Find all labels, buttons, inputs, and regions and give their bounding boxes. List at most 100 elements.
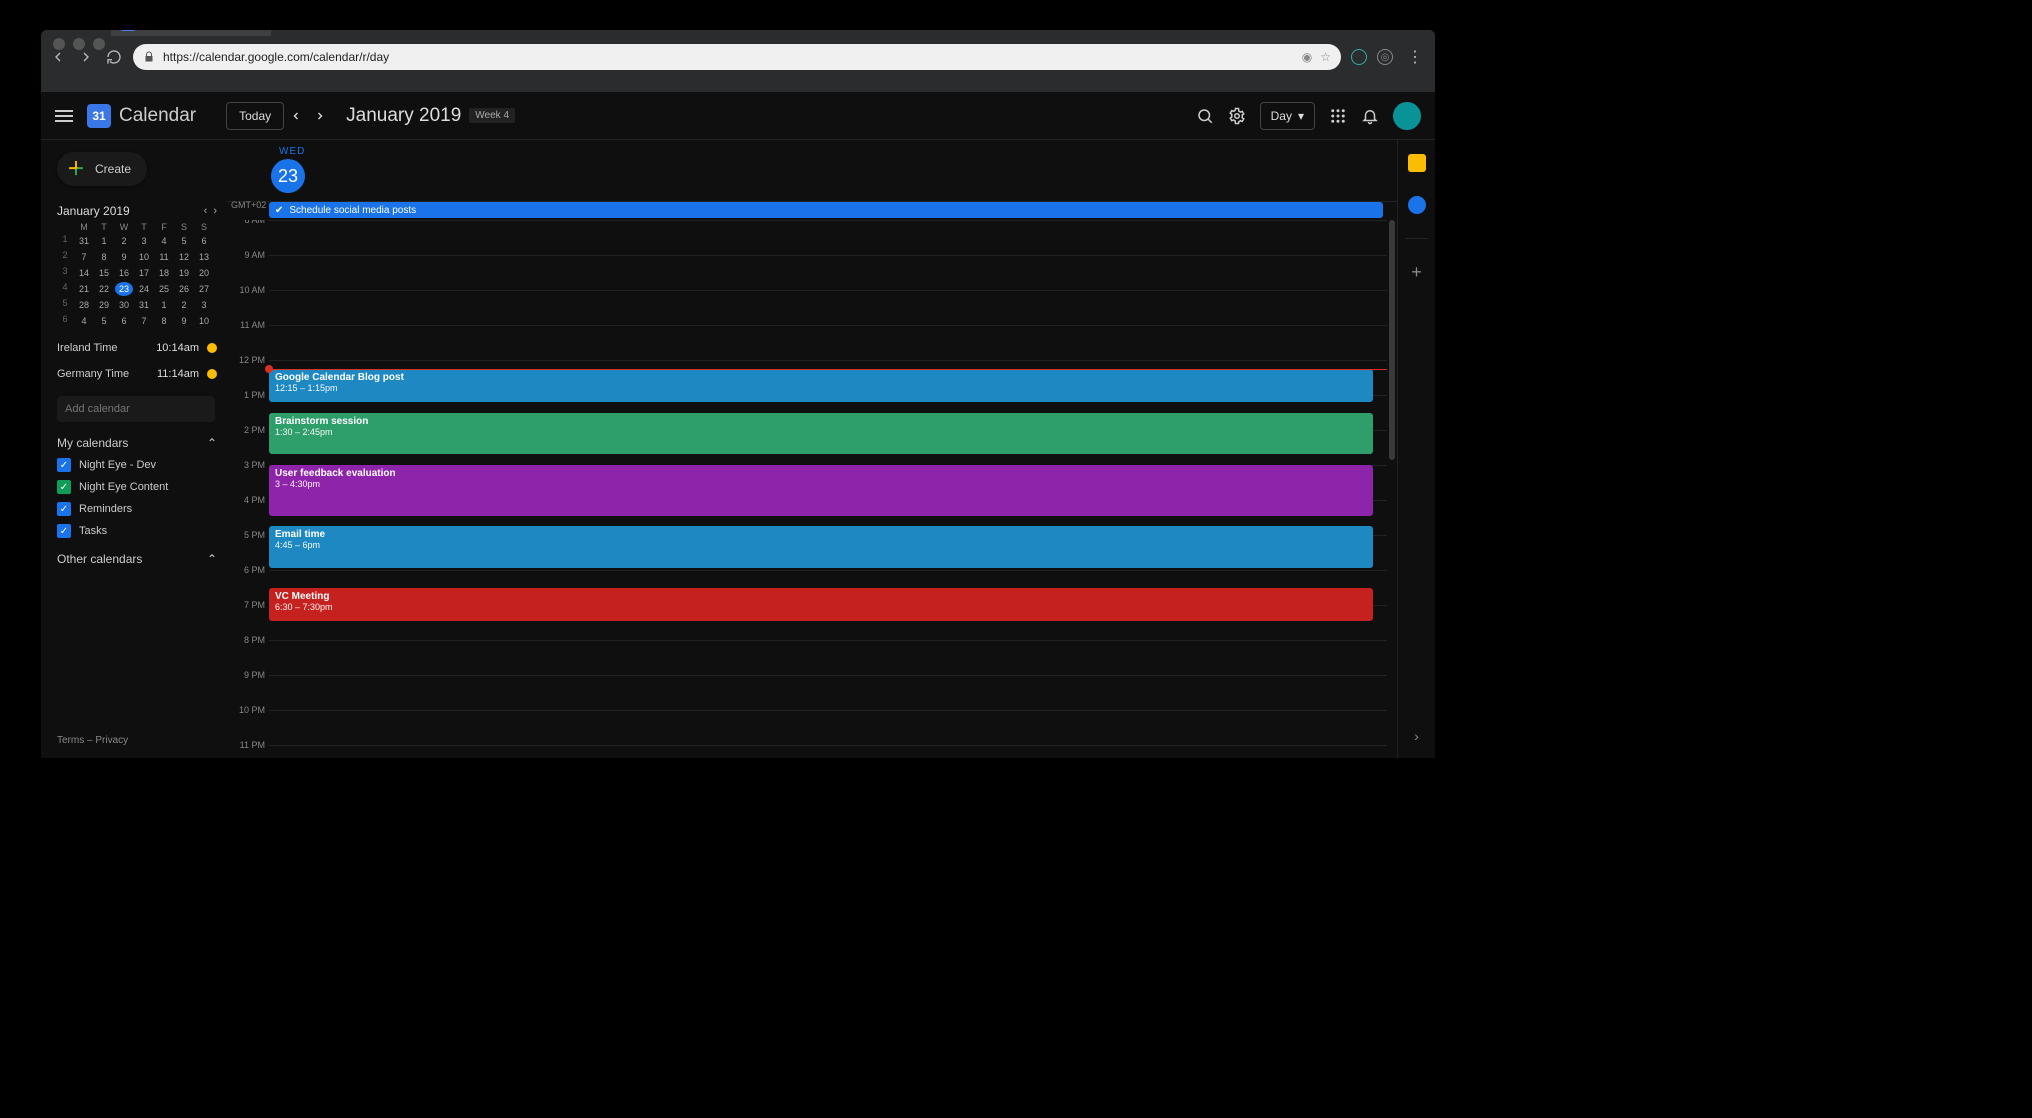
calendar-checkbox[interactable]: ✓ [57,458,71,472]
event-title: User feedback evaluation [275,468,1367,479]
mini-day[interactable]: 8 [155,314,173,328]
mini-day[interactable]: 2 [175,298,193,312]
mini-day[interactable]: 1 [95,234,113,248]
calendar-item[interactable]: ✓ Tasks [57,524,217,538]
mini-day[interactable]: 14 [75,266,93,280]
mini-calendar[interactable]: MTWTFSS131123456278910111213314151617181… [57,222,217,328]
terms-link[interactable]: Terms [57,735,84,746]
mini-day[interactable]: 7 [75,250,93,264]
mini-day[interactable]: 2 [115,234,133,248]
mini-day[interactable]: 27 [195,282,213,296]
mini-day[interactable]: 21 [75,282,93,296]
calendar-item[interactable]: ✓ Reminders [57,502,217,516]
calendar-checkbox[interactable]: ✓ [57,502,71,516]
mini-day[interactable]: 3 [135,234,153,248]
mini-day[interactable]: 3 [195,298,213,312]
calendar-event[interactable]: VC Meeting 6:30 – 7:30pm [269,588,1373,621]
mini-day[interactable]: 4 [75,314,93,328]
mini-day[interactable]: 23 [115,282,133,296]
account-avatar[interactable] [1393,102,1421,130]
create-button[interactable]: ＋ Create [57,152,147,186]
mini-dow: S [195,222,213,232]
mini-day[interactable]: 29 [95,298,113,312]
mini-day[interactable]: 24 [135,282,153,296]
calendar-item[interactable]: ✓ Night Eye Content [57,480,217,494]
view-selector[interactable]: Day ▾ [1260,102,1315,130]
search-icon[interactable] [1196,107,1214,125]
address-bar[interactable]: https://calendar.google.com/calendar/r/d… [133,44,1341,70]
mini-day[interactable]: 28 [75,298,93,312]
calendar-checkbox[interactable]: ✓ [57,524,71,538]
mini-day[interactable]: 10 [135,250,153,264]
scrollbar[interactable] [1389,220,1395,740]
browser-menu-icon[interactable]: ⋮ [1403,47,1427,67]
mini-day[interactable]: 20 [195,266,213,280]
mini-day[interactable]: 30 [115,298,133,312]
scrollbar-thumb[interactable] [1389,220,1395,460]
mini-day[interactable]: 13 [195,250,213,264]
mini-day[interactable]: 15 [95,266,113,280]
day-indicator-icon [207,343,217,353]
extension-icon-1[interactable] [1351,49,1367,65]
mini-day[interactable]: 18 [155,266,173,280]
mini-day[interactable]: 8 [95,250,113,264]
day-number[interactable]: 23 [271,159,305,193]
mini-day[interactable]: 16 [115,266,133,280]
calendar-event[interactable]: Email time 4:45 – 6pm [269,526,1373,568]
allday-event[interactable]: ✔ Schedule social media posts [269,202,1383,218]
mini-day[interactable]: 12 [175,250,193,264]
back-button[interactable] [49,48,67,66]
mini-day[interactable]: 31 [75,234,93,248]
other-calendars-header[interactable]: Other calendars ⌃ [57,552,217,566]
add-calendar-input[interactable] [57,396,215,422]
keep-icon[interactable] [1408,154,1426,172]
star-icon[interactable]: ☆ [1320,50,1331,64]
calendar-event[interactable]: Google Calendar Blog post 12:15 – 1:15pm [269,369,1373,402]
mini-day[interactable]: 5 [95,314,113,328]
browser-tab[interactable]: 23 Google Calendar - Wednesday × [111,30,271,36]
mini-day[interactable]: 5 [175,234,193,248]
forward-button[interactable] [77,48,95,66]
mini-cal-prev[interactable]: ‹ [204,205,208,217]
mini-day[interactable]: 9 [175,314,193,328]
mini-day[interactable]: 19 [175,266,193,280]
mini-day[interactable]: 10 [195,314,213,328]
mini-day[interactable]: 22 [95,282,113,296]
new-tab-button[interactable]: + [281,30,290,34]
prev-period-button[interactable] [284,104,308,128]
main-menu-icon[interactable] [55,110,73,122]
today-button[interactable]: Today [226,102,284,130]
time-grid[interactable]: 8 AM9 AM10 AM11 AM12 PM1 PM2 PM3 PM4 PM5… [227,220,1387,758]
calendar-event[interactable]: Brainstorm session 1:30 – 2:45pm [269,413,1373,455]
mini-day[interactable]: 7 [135,314,153,328]
mini-day[interactable]: 25 [155,282,173,296]
mini-day[interactable]: 4 [155,234,173,248]
apps-icon[interactable] [1329,107,1347,125]
mini-day[interactable]: 9 [115,250,133,264]
reload-button[interactable] [105,48,123,66]
extension-icon-2[interactable]: ◎ [1377,49,1393,65]
hour-label: 1 PM [244,390,265,400]
mini-day[interactable]: 11 [155,250,173,264]
calendar-event[interactable]: User feedback evaluation 3 – 4:30pm [269,465,1373,516]
mini-cal-next[interactable]: › [213,205,217,217]
mini-day[interactable]: 6 [115,314,133,328]
mini-day[interactable]: 26 [175,282,193,296]
notifications-icon[interactable] [1361,107,1379,125]
mini-day[interactable]: 31 [135,298,153,312]
side-panel-toggle[interactable]: › [1414,728,1419,744]
next-period-button[interactable] [308,104,332,128]
tab-close-icon[interactable]: × [254,30,261,31]
addons-plus-icon[interactable]: + [1408,263,1426,281]
settings-icon[interactable] [1228,107,1246,125]
mini-day[interactable]: 17 [135,266,153,280]
calendar-checkbox[interactable]: ✓ [57,480,71,494]
privacy-link[interactable]: Privacy [95,735,128,746]
reader-icon[interactable]: ◉ [1302,50,1312,64]
mini-day[interactable]: 1 [155,298,173,312]
mini-day[interactable]: 6 [195,234,213,248]
event-time: 4:45 – 6pm [275,540,1367,550]
my-calendars-header[interactable]: My calendars ⌃ [57,436,217,450]
tasks-icon[interactable] [1408,196,1426,214]
calendar-item[interactable]: ✓ Night Eye - Dev [57,458,217,472]
